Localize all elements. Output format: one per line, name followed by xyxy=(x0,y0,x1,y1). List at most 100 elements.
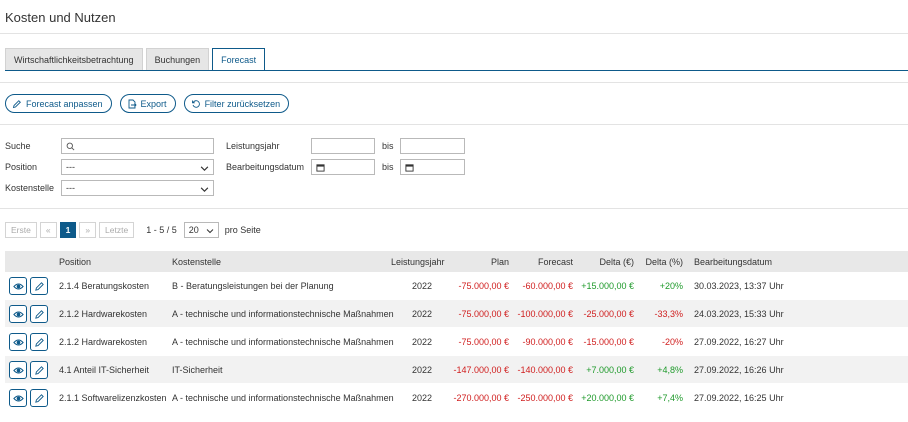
view-button[interactable] xyxy=(9,277,27,295)
table-row: 4.1 Anteil IT-Sicherheit IT-Sicherheit 202… xyxy=(5,356,908,384)
cell-kostenstelle: B - Beratungsleistungen bei der Planung xyxy=(172,281,334,291)
col-position[interactable]: Position xyxy=(59,257,91,267)
tab-bar: Wirtschaftlichkeitsbetrachtung Buchungen… xyxy=(5,48,266,71)
page-next-button[interactable]: » xyxy=(79,222,97,238)
view-button[interactable] xyxy=(9,389,27,407)
edit-button[interactable] xyxy=(30,277,48,295)
position-value: --- xyxy=(66,162,75,172)
table-row: 2.1.1 Softwarelizenzkosten A - technische… xyxy=(5,384,908,412)
cell-kostenstelle: A - technische und informationstechnisch… xyxy=(172,309,394,319)
chevron-down-icon xyxy=(200,187,209,192)
forecast-table: Position Kostenstelle Leistungsjahr Plan… xyxy=(5,251,908,412)
bis-label: bis xyxy=(382,162,394,172)
eye-icon xyxy=(12,393,24,404)
col-forecast[interactable]: Forecast xyxy=(538,257,573,267)
col-bearbeitungsdatum[interactable]: Bearbeitungsdatum xyxy=(694,257,772,267)
search-icon xyxy=(66,142,75,150)
cell-leistungsjahr: 2022 xyxy=(411,309,432,319)
forecast-anpassen-label: Forecast anpassen xyxy=(26,98,103,109)
cell-delta-eur: +20.000,00 € xyxy=(581,393,634,403)
leistungsjahr-to-input[interactable] xyxy=(400,138,465,154)
cell-delta-pct: +20% xyxy=(659,281,683,291)
tab-buchungen[interactable]: Buchungen xyxy=(145,48,210,70)
col-kostenstelle[interactable]: Kostenstelle xyxy=(172,257,221,267)
kostenstelle-label: Kostenstelle xyxy=(5,183,55,193)
cell-kostenstelle: A - technische und informationstechnisch… xyxy=(172,393,394,403)
tab-forecast[interactable]: Forecast xyxy=(212,48,266,71)
calendar-icon xyxy=(405,163,414,172)
cell-forecast: -250.000,00 € xyxy=(517,393,573,403)
search-label: Suche xyxy=(5,141,31,151)
pencil-icon xyxy=(34,337,45,348)
cell-forecast: -140.000,00 € xyxy=(517,365,573,375)
chevron-down-icon xyxy=(206,229,214,234)
pencil-icon xyxy=(12,99,21,108)
col-delta-eur[interactable]: Delta (€) xyxy=(599,257,634,267)
search-input[interactable] xyxy=(61,138,214,154)
kostenstelle-select[interactable]: --- xyxy=(61,180,214,196)
chevron-down-icon xyxy=(200,166,209,171)
cell-delta-eur: +7.000,00 € xyxy=(586,365,634,375)
pencil-icon xyxy=(34,393,45,404)
table-header: Position Kostenstelle Leistungsjahr Plan… xyxy=(5,251,908,272)
view-button[interactable] xyxy=(9,305,27,323)
cell-forecast: -100.000,00 € xyxy=(517,309,573,319)
table-row: 2.1.4 Beratungskosten B - Beratungsleistu… xyxy=(5,272,908,300)
cell-position: 2.1.1 Softwarelizenzkosten xyxy=(59,393,167,403)
page-last-button[interactable]: Letzte xyxy=(99,222,135,238)
cell-bearbeitungsdatum: 27.09.2022, 16:25 Uhr xyxy=(694,393,784,403)
pencil-icon xyxy=(34,281,45,292)
cell-plan: -270.000,00 € xyxy=(453,393,509,403)
leistungsjahr-from-input[interactable] xyxy=(311,138,375,154)
cell-bearbeitungsdatum: 24.03.2023, 15:33 Uhr xyxy=(694,309,784,319)
position-label: Position xyxy=(5,162,38,172)
filter-reset-label: Filter zurücksetzen xyxy=(204,98,281,109)
bearbeitungsdatum-to-input[interactable] xyxy=(400,159,465,175)
per-page-select[interactable]: 20 xyxy=(183,222,219,238)
pencil-icon xyxy=(34,309,45,320)
edit-button[interactable] xyxy=(30,305,48,323)
cell-delta-pct: -20% xyxy=(661,337,683,347)
filter-reset-button[interactable]: Filter zurücksetzen xyxy=(183,94,290,113)
eye-icon xyxy=(12,281,24,292)
cell-plan: -147.000,00 € xyxy=(453,365,509,375)
edit-button[interactable] xyxy=(30,361,48,379)
kostenstelle-value: --- xyxy=(66,183,75,193)
page-title: Kosten und Nutzen xyxy=(5,10,116,25)
cell-plan: -75.000,00 € xyxy=(458,337,509,347)
cell-kostenstelle: IT-Sicherheit xyxy=(172,365,223,375)
pagination: Erste « 1 » Letzte 1 - 5 / 5 20 pro Seit… xyxy=(5,222,261,238)
col-leistungsjahr[interactable]: Leistungsjahr xyxy=(391,257,445,267)
table-body: 2.1.4 Beratungskosten B - Beratungsleistu… xyxy=(5,272,908,412)
position-select[interactable]: --- xyxy=(61,159,214,175)
edit-button[interactable] xyxy=(30,389,48,407)
edit-button[interactable] xyxy=(30,333,48,351)
view-button[interactable] xyxy=(9,361,27,379)
export-icon xyxy=(128,99,137,108)
divider xyxy=(0,208,908,209)
page-first-button[interactable]: Erste xyxy=(5,222,37,238)
cell-position: 2.1.4 Beratungskosten xyxy=(59,281,150,291)
cell-bearbeitungsdatum: 30.03.2023, 13:37 Uhr xyxy=(694,281,784,291)
page-prev-button[interactable]: « xyxy=(39,222,57,238)
view-button[interactable] xyxy=(9,333,27,351)
col-delta-pct[interactable]: Delta (%) xyxy=(645,257,683,267)
cell-bearbeitungsdatum: 27.09.2022, 16:26 Uhr xyxy=(694,365,784,375)
bearbeitungsdatum-from-input[interactable] xyxy=(311,159,375,175)
col-plan[interactable]: Plan xyxy=(491,257,509,267)
tab-wirtschaftlichkeitsbetrachtung[interactable]: Wirtschaftlichkeitsbetrachtung xyxy=(5,48,143,70)
export-button[interactable]: Export xyxy=(119,94,176,113)
page-1-button[interactable]: 1 xyxy=(59,222,77,238)
bearbeitungsdatum-label: Bearbeitungsdatum xyxy=(226,162,305,172)
forecast-anpassen-button[interactable]: Forecast anpassen xyxy=(5,94,112,113)
cell-position: 2.1.2 Hardwarekosten xyxy=(59,309,148,319)
cell-delta-pct: +7,4% xyxy=(657,393,683,403)
cell-delta-eur: -15.000,00 € xyxy=(583,337,634,347)
page-range: 1 - 5 / 5 xyxy=(146,225,177,235)
cell-delta-pct: +4,8% xyxy=(657,365,683,375)
table-row: 2.1.2 Hardwarekosten A - technische und i… xyxy=(5,328,908,356)
eye-icon xyxy=(12,365,24,376)
tab-underline xyxy=(5,70,908,71)
leistungsjahr-label: Leistungsjahr xyxy=(226,141,280,151)
cell-position: 2.1.2 Hardwarekosten xyxy=(59,337,148,347)
